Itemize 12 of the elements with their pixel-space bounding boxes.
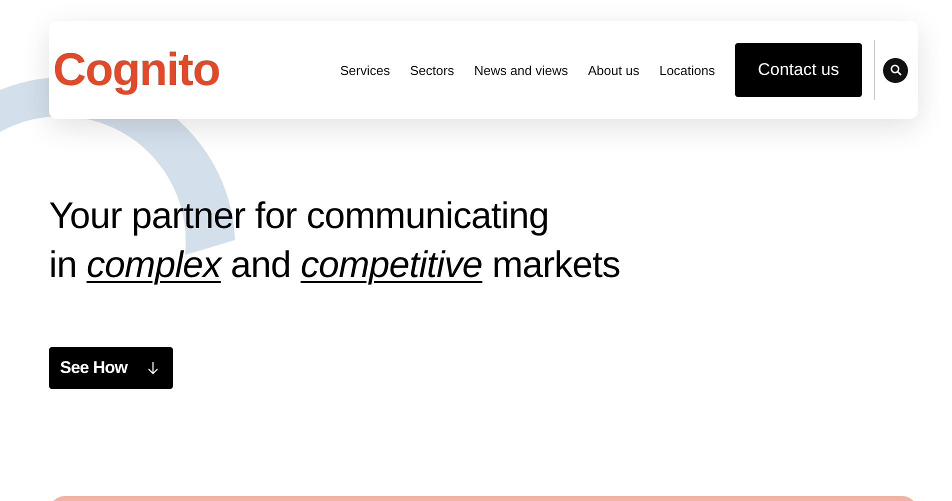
nav-link[interactable]: Locations: [659, 62, 715, 78]
search-button[interactable]: [883, 58, 908, 82]
nav-link[interactable]: About us: [588, 62, 640, 78]
see-how-button[interactable]: See How: [49, 347, 174, 389]
nav-link[interactable]: Services: [340, 62, 390, 78]
nav-link[interactable]: Sectors: [410, 62, 454, 78]
headline: Your partner for communicating in complex and competitive markets: [49, 194, 622, 287]
logo[interactable]: Cognito: [53, 42, 220, 98]
search-icon: [890, 64, 902, 76]
arrow-down-icon: [147, 361, 160, 375]
nav-link[interactable]: News and views: [474, 62, 568, 78]
contact-button[interactable]: Contact us: [735, 43, 862, 97]
